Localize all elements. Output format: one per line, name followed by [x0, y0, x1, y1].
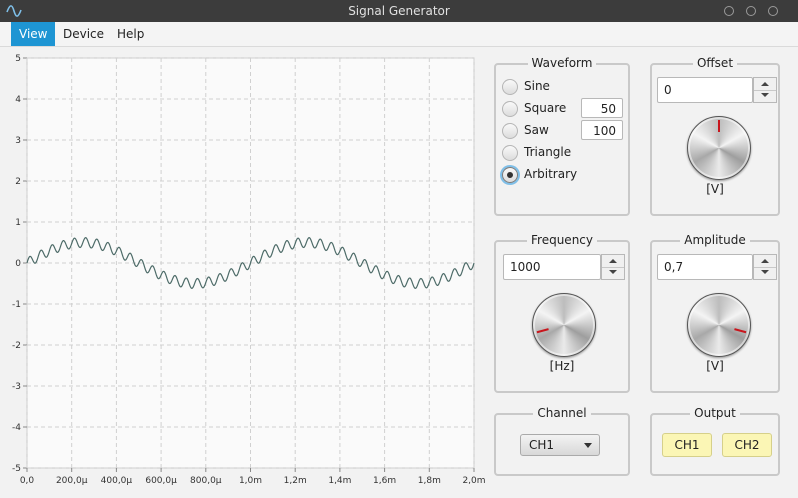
offset-knob-marker	[718, 120, 720, 132]
channel-select[interactable]: CH1	[520, 434, 600, 456]
y-tick-label: 3	[15, 136, 21, 146]
window-title: Signal Generator	[348, 4, 450, 18]
increment-arrow-icon	[609, 259, 617, 263]
menu-help[interactable]: Help	[109, 22, 152, 46]
y-tick-label: -3	[12, 382, 21, 392]
amplitude-knob[interactable]	[687, 293, 751, 357]
decrement-arrow-icon	[761, 93, 769, 97]
amplitude-knob-marker	[734, 328, 747, 334]
offset-panel: Offset 0 [V]	[650, 56, 780, 216]
offset-decrement-button[interactable]	[754, 90, 776, 102]
x-tick-label: 800,0µ	[190, 476, 222, 486]
waveform-title: Waveform	[527, 56, 597, 70]
y-tick-label: 4	[15, 95, 21, 105]
radio-saw-indicator[interactable]	[502, 123, 518, 139]
amplitude-panel: Amplitude 0,7 [V]	[650, 233, 780, 393]
radio-sine-label: Sine	[524, 79, 550, 93]
offset-title: Offset	[692, 56, 738, 70]
frequency-title: Frequency	[527, 233, 597, 247]
decrement-arrow-icon	[609, 270, 617, 274]
offset-input[interactable]: 0	[657, 77, 753, 103]
x-tick-label: 1,8m	[418, 476, 441, 486]
waveform-panel: Waveform Sine Square 50 Saw 100 Triangle…	[494, 56, 630, 216]
frequency-input[interactable]: 1000	[503, 254, 601, 280]
radio-arbitrary-indicator[interactable]	[502, 167, 518, 183]
amplitude-input[interactable]: 0,7	[657, 254, 753, 280]
x-tick-label: 1,2m	[284, 476, 307, 486]
offset-spinner[interactable]	[753, 77, 777, 103]
signal-chart: 5 4 3 2 1 0 -1 -2 -3 -4 -5 0,0 200,0µ 400,0µ 600,0µ 800…	[12, 54, 486, 486]
x-tick-label: 1,4m	[328, 476, 351, 486]
x-tick-label: 400,0µ	[101, 476, 133, 486]
radio-saw-label: Saw	[524, 123, 549, 137]
y-tick-label: -2	[12, 341, 21, 351]
frequency-unit-label: [Hz]	[549, 359, 575, 373]
title-bar: Signal Generator	[0, 0, 798, 22]
y-tick-label: 5	[15, 54, 21, 64]
y-tick-label: 1	[15, 218, 21, 228]
output-title: Output	[690, 406, 740, 420]
x-tick-label: 1,6m	[373, 476, 396, 486]
frequency-knob[interactable]	[532, 293, 596, 357]
radio-arbitrary-label: Arbitrary	[524, 167, 578, 181]
frequency-spinner[interactable]	[601, 254, 625, 280]
menu-view[interactable]: View	[11, 22, 56, 46]
chevron-down-icon	[584, 443, 592, 448]
x-tick-label: 2,0m	[462, 476, 485, 486]
channel-panel: Channel CH1	[494, 406, 630, 476]
radio-triangle-label: Triangle	[524, 145, 572, 159]
y-tick-label: 0	[15, 259, 21, 269]
amplitude-unit-label: [V]	[706, 359, 724, 373]
menu-bar: View Device Help	[0, 22, 798, 47]
square-duty-input[interactable]: 50	[581, 98, 623, 118]
menu-device[interactable]: Device	[55, 22, 112, 46]
y-tick-label: -5	[12, 464, 21, 474]
frequency-panel: Frequency 1000 [Hz]	[494, 233, 630, 393]
amplitude-spinner[interactable]	[753, 254, 777, 280]
increment-arrow-icon	[761, 82, 769, 86]
x-tick-label: 200,0µ	[56, 476, 88, 486]
radio-square-indicator[interactable]	[502, 101, 518, 117]
y-tick-label: 2	[15, 177, 21, 187]
amplitude-decrement-button[interactable]	[754, 267, 776, 279]
radio-triangle-indicator[interactable]	[502, 145, 518, 161]
radio-sine-indicator[interactable]	[502, 79, 518, 95]
channel-select-value: CH1	[529, 438, 555, 452]
minimize-button[interactable]	[724, 6, 734, 16]
saw-value-input[interactable]: 100	[581, 120, 623, 140]
x-tick-label: 1,0m	[239, 476, 262, 486]
output-ch2-button[interactable]: CH2	[722, 433, 772, 457]
output-ch1-button[interactable]: CH1	[662, 433, 712, 457]
increment-arrow-icon	[761, 259, 769, 263]
amplitude-title: Amplitude	[680, 233, 750, 247]
x-tick-label: 600,0µ	[145, 476, 177, 486]
frequency-decrement-button[interactable]	[602, 267, 624, 279]
offset-unit-label: [V]	[706, 182, 724, 196]
decrement-arrow-icon	[761, 270, 769, 274]
frequency-knob-marker	[536, 328, 549, 334]
y-tick-label: -4	[12, 423, 21, 433]
offset-knob[interactable]	[687, 116, 751, 180]
y-tick-label: -1	[12, 300, 21, 310]
output-panel: Output CH1 CH2	[650, 406, 780, 476]
channel-title: Channel	[533, 406, 591, 420]
radio-square-label: Square	[524, 101, 567, 115]
x-tick-label: 0,0	[20, 476, 35, 486]
maximize-button[interactable]	[746, 6, 756, 16]
close-button[interactable]	[768, 6, 778, 16]
